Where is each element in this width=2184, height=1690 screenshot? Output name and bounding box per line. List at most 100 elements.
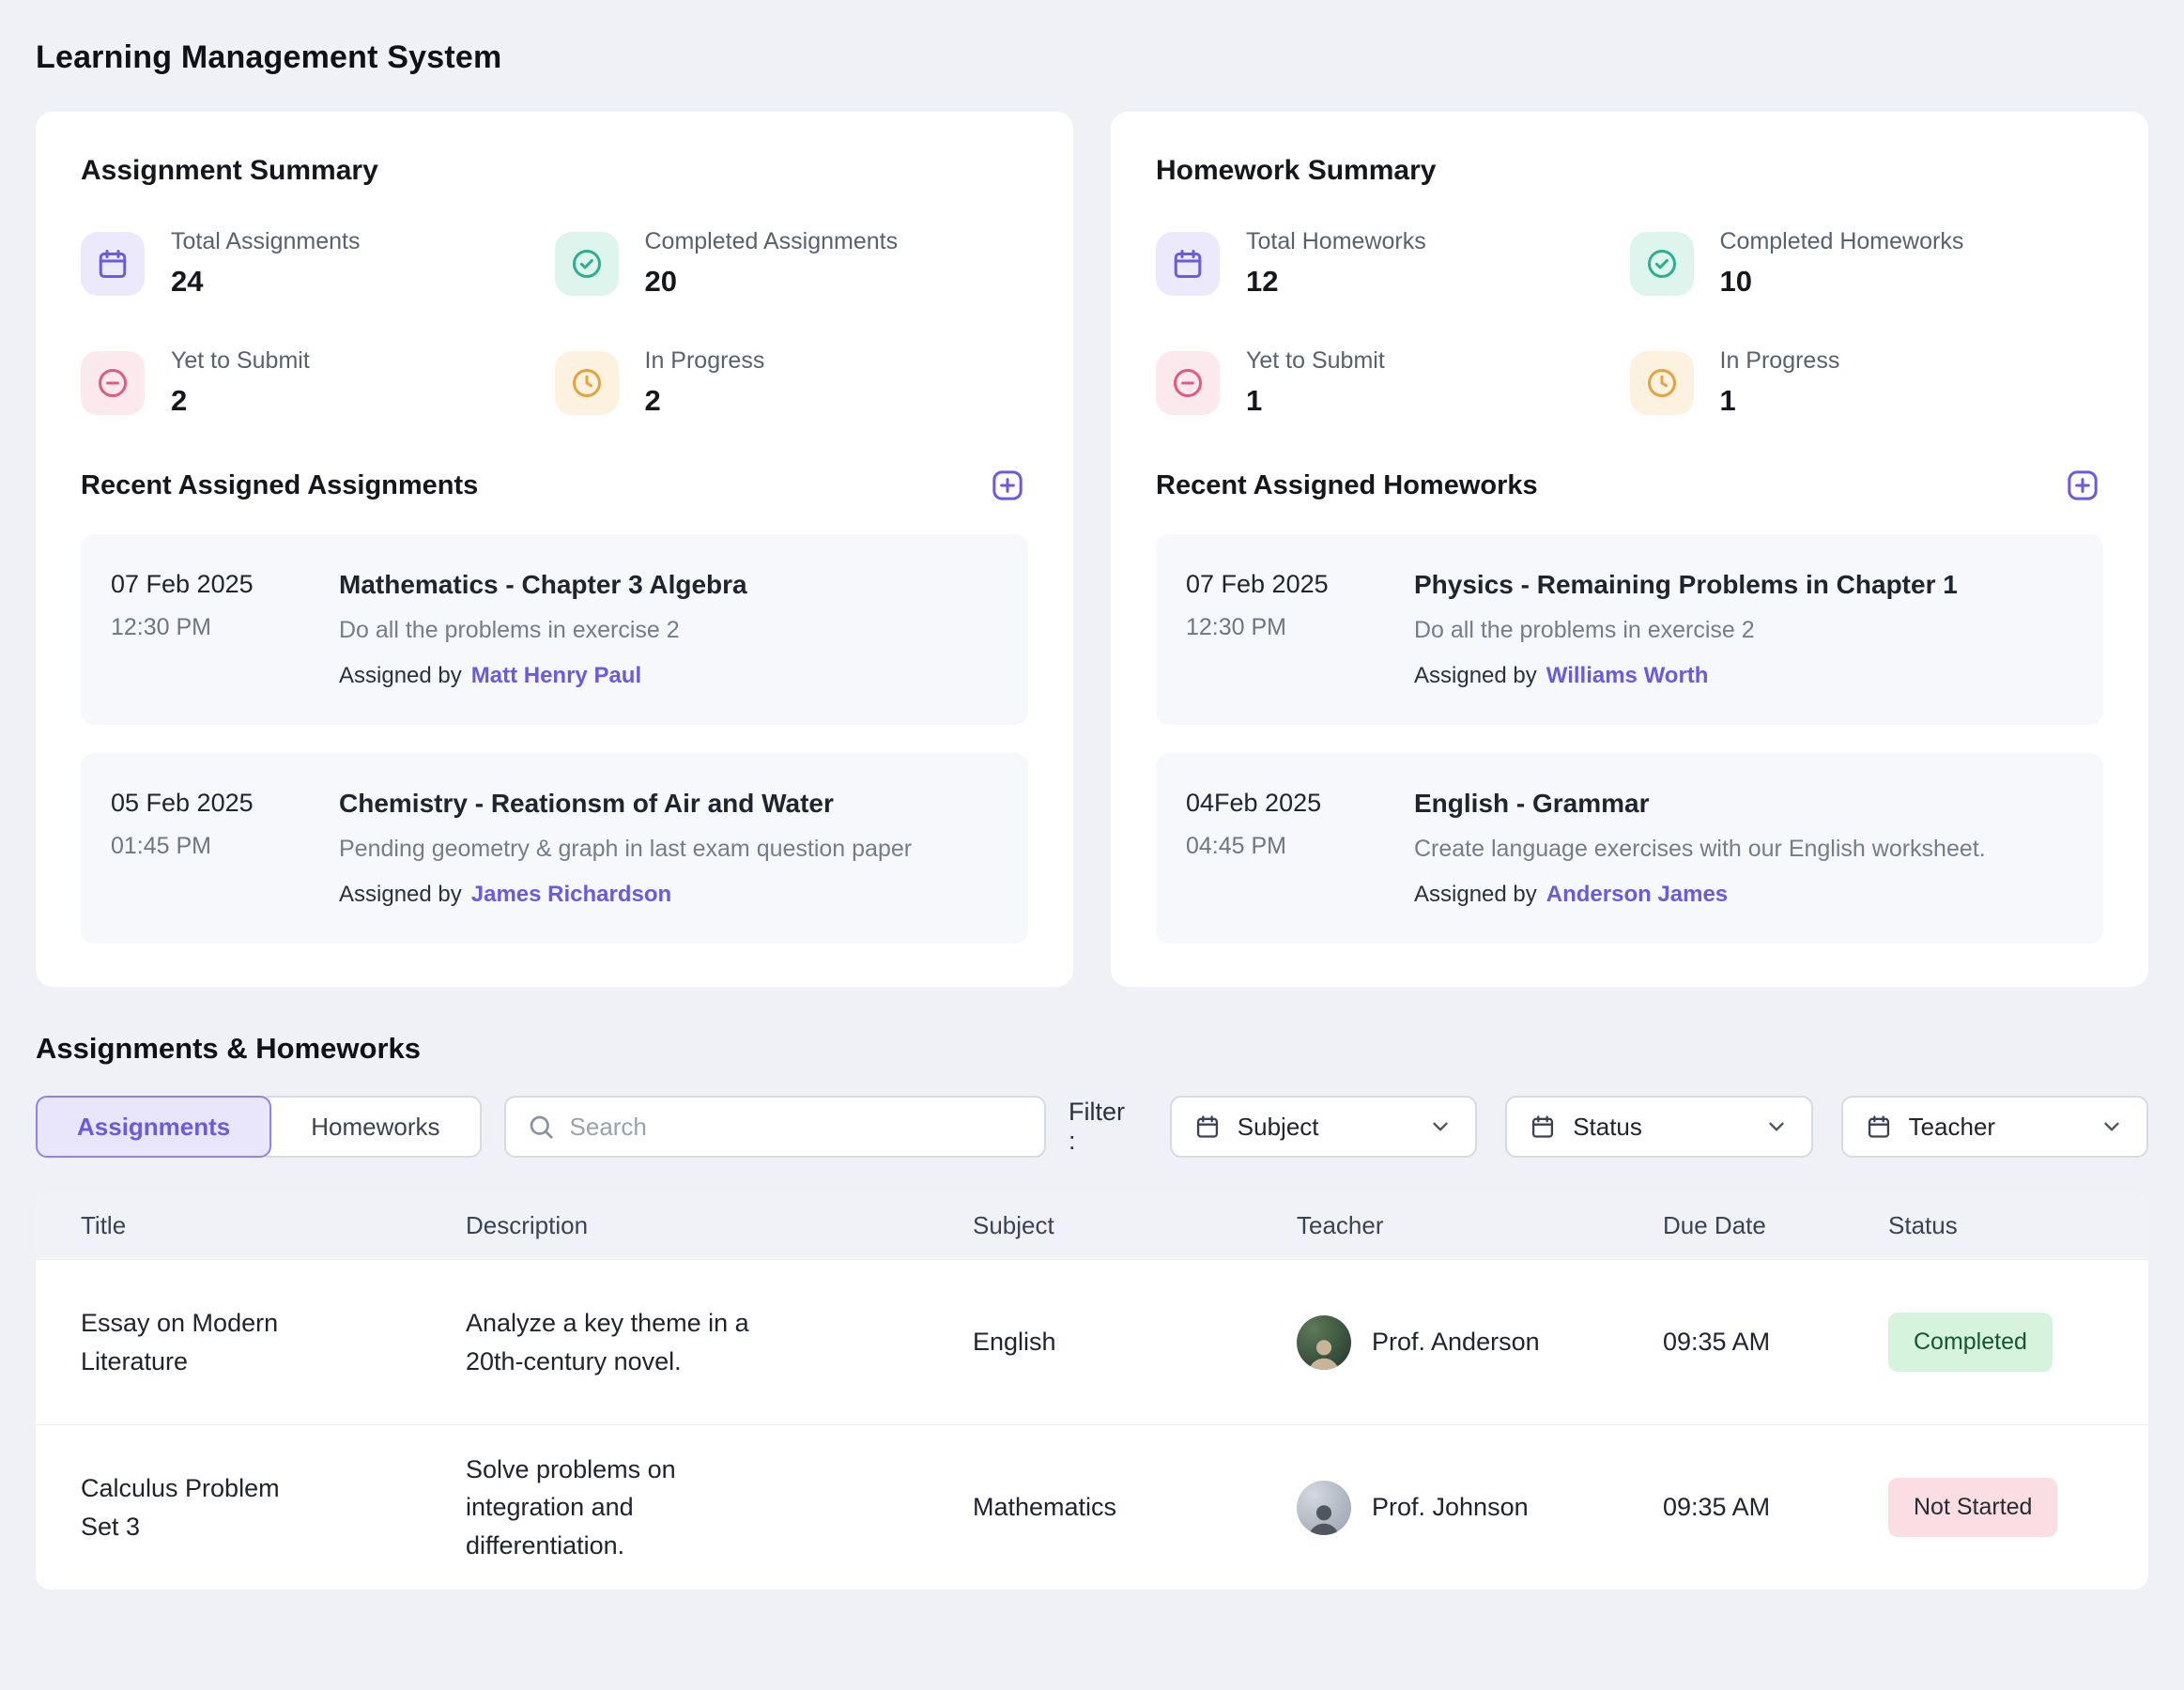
assignment-item-time: 12:30 PM: [111, 614, 313, 641]
stat-value: 1: [1246, 384, 1385, 418]
minus-circle-icon: [81, 351, 145, 415]
homework-item-assigned: Assigned by Anderson James: [1414, 882, 1986, 908]
stat-label: In Progress: [645, 347, 765, 375]
filter-label: Filter :: [1069, 1098, 1138, 1156]
assignment-summary-card: Assignment Summary Total Assignments 24 …: [36, 112, 1073, 987]
calendar-icon: [1530, 1114, 1556, 1140]
homework-item: 04Feb 2025 04:45 PM English - Grammar Cr…: [1156, 753, 2103, 944]
assignment-item-title: Chemistry - Reationsm of Air and Water: [339, 789, 912, 819]
assigned-by-label: Assigned by: [339, 882, 462, 907]
homework-item-title: English - Grammar: [1414, 789, 1986, 819]
cell-description: Solve problems on integration and differ…: [466, 1451, 780, 1565]
tab-assignments[interactable]: Assignments: [36, 1096, 271, 1158]
plus-square-icon: [989, 467, 1026, 504]
column-header-status: Status: [1888, 1211, 2103, 1240]
homework-stats: Total Homeworks 12 Completed Homeworks 1…: [1156, 228, 2103, 418]
assignment-item-when: 05 Feb 2025 01:45 PM: [111, 789, 313, 908]
check-circle-icon: [555, 232, 619, 296]
stat-label: Total Homeworks: [1246, 228, 1426, 255]
add-homework-button[interactable]: [2062, 465, 2103, 506]
cell-status: Completed: [1888, 1313, 2103, 1373]
column-header-due-date: Due Date: [1663, 1211, 1888, 1240]
assigned-by-name-link[interactable]: Williams Worth: [1546, 663, 1709, 688]
check-circle-icon: [1630, 232, 1694, 296]
homework-item: 07 Feb 2025 12:30 PM Physics - Remaining…: [1156, 534, 2103, 725]
cell-due-date: 09:35 AM: [1663, 1488, 1888, 1527]
plus-square-icon: [2064, 467, 2101, 504]
homework-item-description: Do all the problems in exercise 2: [1414, 617, 1958, 644]
assigned-by-label: Assigned by: [1414, 882, 1537, 907]
teacher-name: Prof. Anderson: [1372, 1323, 1540, 1361]
assigned-by-name-link[interactable]: James Richardson: [471, 882, 671, 907]
clock-icon: [1630, 351, 1694, 415]
stat-completed-homeworks: Completed Homeworks 10: [1630, 228, 2104, 299]
tab-homeworks[interactable]: Homeworks: [266, 1096, 481, 1158]
search-input[interactable]: [570, 1113, 1023, 1142]
search-box: [504, 1096, 1046, 1158]
cell-subject: Mathematics: [973, 1488, 1297, 1527]
teacher-avatar: [1297, 1315, 1351, 1370]
homework-item-when: 07 Feb 2025 12:30 PM: [1186, 570, 1388, 689]
card-title: Homework Summary: [1156, 155, 2103, 187]
homework-item-date: 07 Feb 2025: [1186, 570, 1388, 599]
add-assignment-button[interactable]: [987, 465, 1028, 506]
table-row: Essay on Modern Literature Analyze a key…: [36, 1259, 2148, 1424]
assignment-item-assigned: Assigned by Matt Henry Paul: [339, 663, 747, 689]
calendar-icon: [1156, 232, 1220, 296]
homework-item-when: 04Feb 2025 04:45 PM: [1186, 789, 1388, 908]
calendar-icon: [81, 232, 145, 296]
stat-total-assignments: Total Assignments 24: [81, 228, 555, 299]
assignment-item: 05 Feb 2025 01:45 PM Chemistry - Reation…: [81, 753, 1028, 944]
filter-area: Filter : Subject Status Teacher: [1069, 1096, 2148, 1158]
assignment-item: 07 Feb 2025 12:30 PM Mathematics - Chapt…: [81, 534, 1028, 725]
summary-cards: Assignment Summary Total Assignments 24 …: [36, 112, 2148, 987]
recent-assignments-header: Recent Assigned Assignments: [81, 465, 1028, 506]
stat-in-progress: In Progress 1: [1630, 347, 2104, 418]
assigned-by-name-link[interactable]: Matt Henry Paul: [471, 663, 641, 688]
tab-group: Assignments Homeworks: [36, 1096, 482, 1158]
stat-value: 2: [645, 384, 765, 418]
person-icon: [1302, 1498, 1346, 1535]
cell-due-date: 09:35 AM: [1663, 1323, 1888, 1361]
filter-status-label: Status: [1573, 1113, 1642, 1142]
stat-value: 10: [1720, 265, 1964, 299]
clock-icon: [555, 351, 619, 415]
teacher-avatar: [1297, 1481, 1351, 1535]
filter-teacher-label: Teacher: [1909, 1113, 1996, 1142]
homework-item-time: 12:30 PM: [1186, 614, 1388, 641]
stat-value: 12: [1246, 265, 1426, 299]
assignment-item-assigned: Assigned by James Richardson: [339, 882, 912, 908]
assignment-item-when: 07 Feb 2025 12:30 PM: [111, 570, 313, 689]
stat-in-progress: In Progress 2: [555, 347, 1029, 418]
filter-teacher-dropdown[interactable]: Teacher: [1841, 1096, 2148, 1158]
assigned-by-label: Assigned by: [339, 663, 462, 688]
assigned-by-label: Assigned by: [1414, 663, 1537, 688]
stat-label: Completed Homeworks: [1720, 228, 1964, 255]
homework-summary-card: Homework Summary Total Homeworks 12 Comp…: [1111, 112, 2148, 987]
filter-subject-label: Subject: [1238, 1113, 1319, 1142]
list-toolbar: Assignments Homeworks Filter : Subject S…: [36, 1096, 2148, 1158]
homework-item-description: Create language exercises with our Engli…: [1414, 836, 1986, 863]
chevron-down-icon: [1764, 1114, 1789, 1139]
stat-label: Completed Assignments: [645, 228, 899, 255]
assigned-by-name-link[interactable]: Anderson James: [1546, 882, 1728, 907]
filter-status-dropdown[interactable]: Status: [1505, 1096, 1812, 1158]
stat-value: 20: [645, 265, 899, 299]
page-title: Learning Management System: [36, 39, 2148, 76]
table-header-row: Title Description Subject Teacher Due Da…: [36, 1191, 2148, 1259]
homework-item-time: 04:45 PM: [1186, 833, 1388, 860]
table-row: Calculus Problem Set 3 Solve problems on…: [36, 1424, 2148, 1590]
assignment-stats: Total Assignments 24 Completed Assignmen…: [81, 228, 1028, 418]
cell-subject: English: [973, 1323, 1297, 1361]
person-icon: [1302, 1332, 1346, 1370]
teacher-name: Prof. Johnson: [1372, 1488, 1529, 1527]
homework-item-title: Physics - Remaining Problems in Chapter …: [1414, 570, 1958, 600]
calendar-icon: [1866, 1114, 1892, 1140]
assignment-item-description: Do all the problems in exercise 2: [339, 617, 747, 644]
filter-subject-dropdown[interactable]: Subject: [1170, 1096, 1477, 1158]
cell-title: Essay on Modern Literature: [81, 1304, 306, 1380]
stat-yet-to-submit: Yet to Submit 2: [81, 347, 555, 418]
chevron-down-icon: [2099, 1114, 2124, 1139]
stat-value: 1: [1720, 384, 1840, 418]
status-badge: Not Started: [1888, 1478, 2057, 1538]
